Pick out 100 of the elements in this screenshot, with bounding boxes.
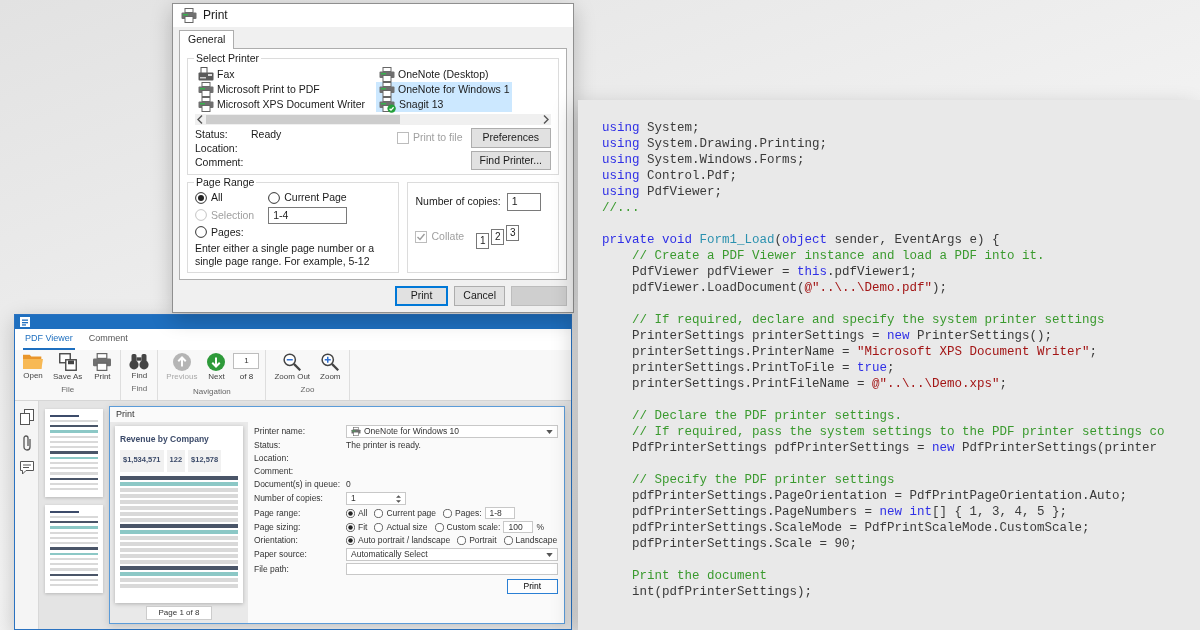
status-value: Ready — [251, 128, 282, 142]
radio-button[interactable] — [346, 508, 355, 518]
code-line: PdfViewer pdfViewer = this.pdfViewer1; — [632, 264, 918, 280]
page-indicator[interactable]: Page 1 of 8 — [145, 606, 213, 620]
setting-label: Paper source: — [254, 549, 308, 560]
comment-icon[interactable] — [19, 460, 34, 475]
hint-text: Enter either a single page number or a single page range. For example, 5-12 — [195, 241, 376, 269]
setting-label: Document(s) in queue: — [254, 479, 340, 490]
radio-button[interactable] — [195, 226, 207, 239]
caret-icon[interactable] — [546, 429, 553, 434]
printer-icon[interactable] — [92, 352, 113, 371]
report-title: Revenue by Company — [120, 433, 209, 446]
binoculars-icon[interactable] — [129, 352, 150, 370]
radio-button[interactable] — [443, 508, 453, 518]
code-line: //... — [602, 200, 640, 216]
find-button[interactable]: Find — [127, 352, 152, 381]
next-button[interactable]: Next — [205, 352, 228, 382]
scroll-thumb[interactable] — [206, 115, 400, 125]
radio-button[interactable] — [374, 522, 384, 532]
zoom-in-icon[interactable] — [321, 352, 340, 371]
code-line: PrinterSettings printerSettings = new PrinterSettings(); — [632, 328, 1053, 344]
chevron-right-icon[interactable] — [543, 115, 549, 125]
radio-button[interactable] — [346, 536, 355, 545]
page-field[interactable]: 1 — [233, 352, 260, 369]
dialog-button[interactable]: Cancel — [454, 286, 505, 306]
radio-label: All — [358, 507, 368, 519]
zoom-out-icon[interactable] — [283, 352, 302, 371]
setting-label: Location: — [254, 453, 290, 464]
radio-button[interactable] — [457, 536, 467, 545]
printer-item[interactable]: Snagit 13 — [376, 97, 513, 113]
radio-button[interactable] — [503, 536, 513, 545]
dialog-button[interactable]: Print — [394, 286, 449, 306]
tab[interactable]: General — [179, 30, 235, 50]
code-line: using System.Windows.Forms; — [602, 152, 805, 168]
radio-label: Fit — [358, 521, 368, 533]
save-as-button[interactable]: Save As — [51, 352, 85, 382]
radio-label: Landscape — [515, 535, 558, 546]
code-line: // If required, declare and specify the system printer settings — [632, 312, 1105, 328]
code-line: // Create a PDF Viewer instance and load a PDF into it. — [632, 248, 1045, 264]
field-label: Location: — [195, 142, 239, 156]
field-label: Comment: — [195, 156, 245, 170]
code-line: printerSettings.PrinterName = "Microsoft XPS Document Writer"; — [632, 344, 1098, 360]
radio-label: All — [211, 191, 223, 205]
paperclip-icon[interactable] — [21, 434, 32, 451]
spin-box[interactable]: 1 — [346, 492, 406, 505]
radio-label: Current page — [386, 507, 437, 519]
print-button[interactable]: Print — [90, 352, 115, 382]
printer-item[interactable]: OneNote (Desktop) — [376, 67, 513, 83]
window-title: Print — [116, 408, 135, 419]
zoom-out-button[interactable]: Zoom Out — [272, 352, 313, 382]
setting-label: Page range: — [254, 507, 302, 519]
spin-arrows-icon[interactable] — [396, 494, 401, 503]
dialog-button[interactable]: Find Printer... — [470, 150, 551, 171]
code-line: private void Form1_Load(object sender, EventArgs e) { — [602, 232, 1000, 248]
group-label: Navigation — [193, 385, 231, 398]
printer-item[interactable]: Fax — [195, 67, 368, 83]
print-button[interactable]: Print — [506, 579, 558, 594]
dropdown[interactable]: Automatically Select — [346, 548, 558, 561]
radio-button[interactable] — [434, 522, 444, 532]
pages-icon[interactable] — [19, 408, 34, 425]
printer-icon — [351, 427, 361, 436]
dialog-button[interactable]: Preferences — [470, 128, 551, 148]
printer-item[interactable]: OneNote for Windows 1 — [376, 82, 513, 98]
printer-icon — [181, 8, 197, 23]
setting-label: Status: — [254, 440, 282, 451]
code-line: printerSettings.PrintFileName = @"..\..\Demo.xps"; — [632, 376, 1008, 392]
scrollbar[interactable] — [195, 114, 551, 126]
input-field[interactable]: 1-8 — [484, 507, 515, 519]
input-field[interactable] — [346, 563, 558, 575]
dialog-title: Print — [203, 8, 228, 23]
radio-button[interactable] — [374, 508, 384, 518]
save-icon[interactable] — [58, 352, 77, 371]
code-line: pdfPrinterSettings.PageNumbers = new int[] { 1, 3, 4, 5 }; — [632, 504, 1068, 520]
radio-label: Custom scale: — [446, 521, 501, 533]
collate-page: 1 — [476, 232, 490, 249]
radio-button[interactable] — [195, 191, 207, 204]
code-line: int(pdfPrinterSettings); — [632, 584, 813, 600]
code-line: using Control.Pdf; — [602, 168, 738, 184]
radio-button[interactable] — [268, 191, 281, 204]
radio-label: Selection — [211, 208, 255, 222]
printer-dropdown[interactable]: OneNote for Windows 10 — [346, 425, 558, 438]
ribbon-tab[interactable]: Comment — [86, 331, 130, 350]
code-line: pdfPrinterSettings.ScaleMode = PdfPrintScaleMode.CustomScale; — [632, 520, 1090, 536]
copies-field[interactable]: 1 — [506, 193, 541, 211]
arrow-down-icon[interactable] — [207, 352, 226, 371]
radio-label: Portrait — [469, 535, 497, 546]
setting-value: 0 — [346, 479, 352, 490]
code-line: pdfPrinterSettings.PageOrientation = PdfPrintPageOrientation.Auto; — [632, 488, 1128, 504]
chevron-left-icon[interactable] — [197, 115, 203, 125]
input-field[interactable]: 100 — [503, 521, 534, 533]
open-button[interactable]: Open — [21, 352, 45, 381]
page-range-field[interactable]: 1-4 — [268, 206, 347, 224]
code-line: using System; — [602, 120, 700, 136]
radio-label: Actual size — [386, 521, 428, 533]
zoom-in-button[interactable]: Zoom — [318, 352, 343, 382]
printer-item[interactable]: Microsoft Print to PDF — [195, 82, 368, 98]
radio-button[interactable] — [346, 522, 355, 532]
code-line: using System.Drawing.Printing; — [602, 136, 828, 152]
caret-icon[interactable] — [546, 552, 553, 557]
printer-item[interactable]: Microsoft XPS Document Writer — [195, 97, 368, 113]
